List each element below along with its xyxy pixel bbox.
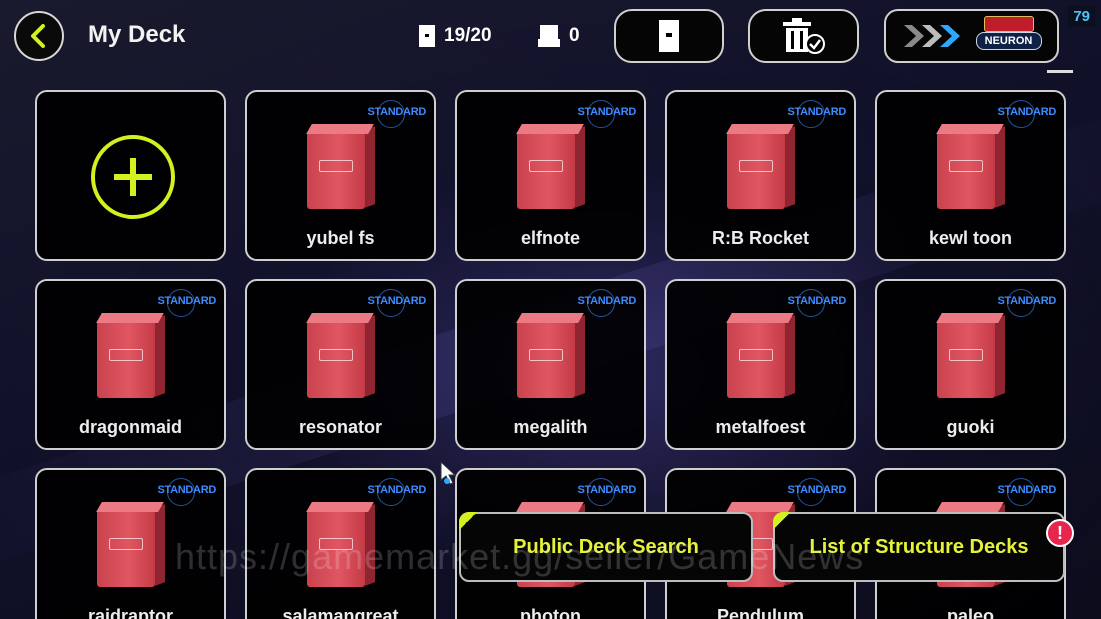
standard-tag: STANDARD [367, 478, 426, 506]
standard-tag: STANDARD [997, 478, 1056, 506]
deck-card[interactable]: STANDARD guoki [875, 279, 1066, 450]
deck-name: metalfoest [715, 417, 806, 437]
deck-name: guoki [946, 417, 995, 437]
chevron-left-icon [31, 24, 45, 48]
deck-count-value: 19/20 [444, 25, 492, 46]
deck-card[interactable]: STANDARD elfnote [455, 90, 646, 261]
deck-box-icon [96, 502, 165, 587]
deck-card[interactable]: STANDARD dragonmaid [35, 279, 226, 450]
structure-decks-label: List of Structure Decks [809, 535, 1029, 558]
standard-tag: STANDARD [577, 100, 636, 128]
deck-box-icon [936, 124, 1005, 209]
deck-name: raidraptor [87, 606, 174, 619]
deck-name: salamangreat [282, 606, 399, 619]
standard-tag: STANDARD [997, 289, 1056, 317]
deck-card[interactable]: STANDARD resonator [245, 279, 436, 450]
delete-decks-button[interactable] [748, 9, 859, 63]
standard-tag: STANDARD [577, 289, 636, 317]
deck-box-icon [306, 502, 375, 587]
trash-check-icon [782, 18, 825, 54]
back-button[interactable] [14, 11, 64, 61]
deck-name: kewl toon [928, 228, 1012, 248]
deck-box-icon [516, 313, 585, 398]
deck-count: 19/20 [418, 24, 492, 48]
neuron-button[interactable]: NEURON [884, 9, 1059, 63]
neuron-logo: NEURON [975, 16, 1042, 56]
deck-card[interactable]: STANDARD salamangreat [245, 468, 436, 619]
deck-slot-icon [419, 25, 435, 47]
deck-name: elfnote [520, 228, 580, 248]
deck-card[interactable]: STANDARD metalfoest [665, 279, 856, 450]
event-count: 0 [537, 24, 580, 48]
event-count-value: 0 [569, 25, 580, 46]
public-deck-search-button[interactable]: Public Deck Search [459, 512, 753, 582]
standard-tag: STANDARD [787, 100, 846, 128]
event-deck-icon [538, 25, 560, 47]
alert-badge: ! [1046, 519, 1074, 547]
top-bar: My Deck 19/20 0 NEURON 79 [0, 0, 1101, 73]
standard-tag: STANDARD [367, 289, 426, 317]
mouse-cursor-icon [440, 461, 457, 485]
deck-box-icon [96, 313, 165, 398]
layout-toggle-button[interactable] [614, 9, 724, 63]
public-deck-search-label: Public Deck Search [513, 535, 699, 558]
deck-card[interactable]: STANDARD R:B Rocket [665, 90, 856, 261]
deck-name: R:B Rocket [711, 228, 809, 248]
deck-box-icon [726, 313, 795, 398]
page-title: My Deck [88, 21, 186, 48]
deck-name: megalith [513, 417, 588, 437]
scroll-indicator [1047, 70, 1073, 73]
forward-arrows-icon [903, 25, 960, 47]
deck-card[interactable]: STANDARD megalith [455, 279, 646, 450]
standard-tag: STANDARD [787, 289, 846, 317]
neuron-logo-text: NEURON [975, 32, 1042, 50]
standard-tag: STANDARD [787, 478, 846, 506]
deck-name: yubel fs [306, 228, 375, 248]
deck-name: resonator [298, 417, 383, 437]
standard-tag: STANDARD [997, 100, 1056, 128]
deck-box-icon [306, 313, 375, 398]
standard-tag: STANDARD [157, 478, 216, 506]
fps-counter: 79 [1068, 6, 1095, 27]
deck-name: Pendulum [716, 606, 804, 619]
plus-icon [91, 135, 175, 219]
single-card-icon [659, 20, 679, 52]
standard-tag: STANDARD [157, 289, 216, 317]
deck-card[interactable]: STANDARD kewl toon [875, 90, 1066, 261]
standard-tag: STANDARD [367, 100, 426, 128]
structure-decks-button[interactable]: List of Structure Decks [773, 512, 1065, 582]
deck-card[interactable]: STANDARD raidraptor [35, 468, 226, 619]
deck-box-icon [726, 124, 795, 209]
deck-name: paleo [946, 606, 994, 619]
deck-box-icon [936, 313, 1005, 398]
add-deck-button[interactable] [35, 90, 226, 261]
deck-name: photon [520, 606, 581, 619]
deck-name: dragonmaid [78, 417, 182, 437]
deck-box-icon [306, 124, 375, 209]
deck-card[interactable]: STANDARD yubel fs [245, 90, 436, 261]
deck-box-icon [516, 124, 585, 209]
standard-tag: STANDARD [577, 478, 636, 506]
